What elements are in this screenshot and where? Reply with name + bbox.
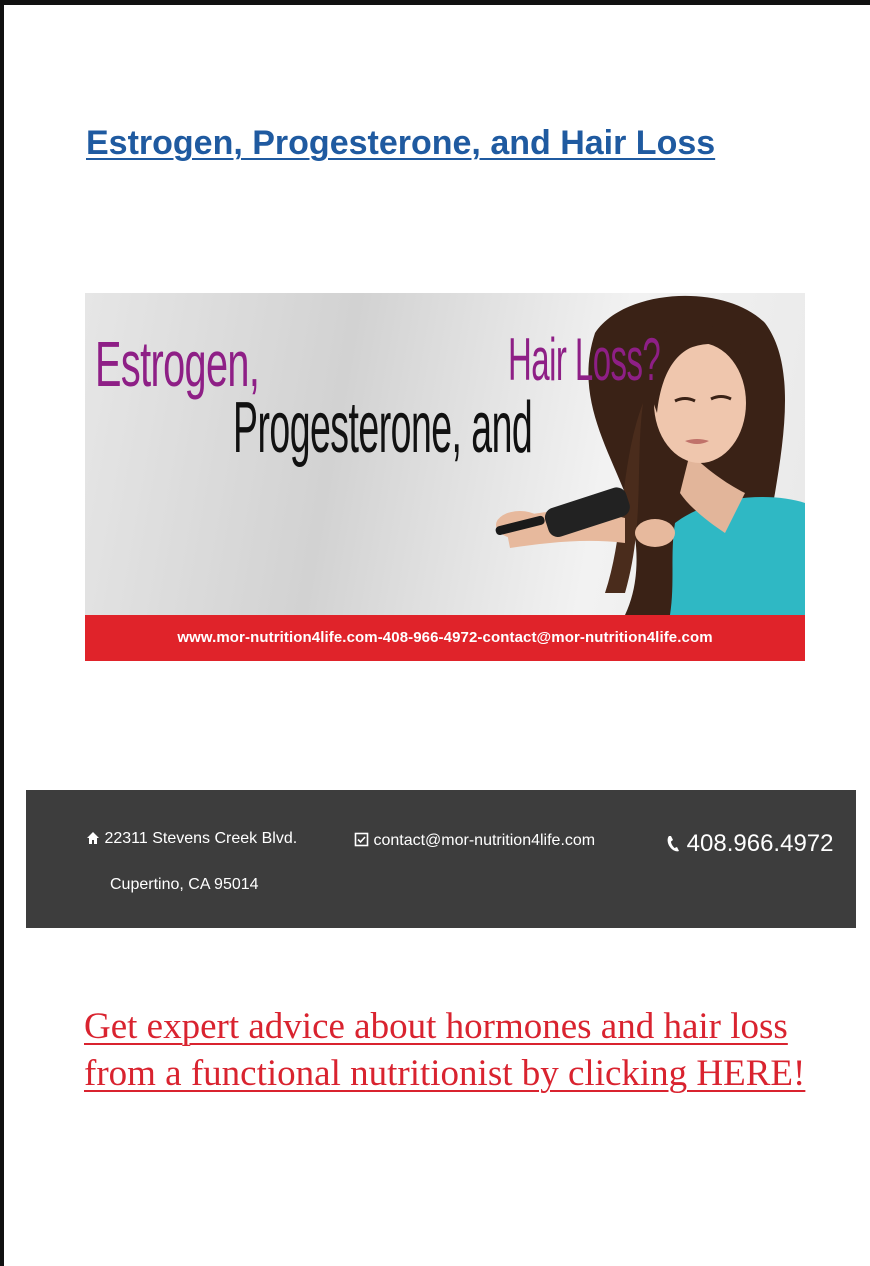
banner-word-hair-loss: Hair Loss? <box>508 326 661 393</box>
banner-contact-strip: www.mor-nutrition4life.com-408-966-4972-… <box>85 615 805 661</box>
address-line-1-text: 22311 Stevens Creek Blvd. <box>104 830 298 847</box>
address-line-1: 22311 Stevens Creek Blvd. <box>86 830 297 848</box>
phone-icon <box>666 830 687 857</box>
home-icon <box>86 830 104 847</box>
contact-info-bar: 22311 Stevens Creek Blvd. Cupertino, CA … <box>26 790 856 928</box>
article-title-link[interactable]: Estrogen, Progesterone, and Hair Loss <box>86 124 715 163</box>
phone-link[interactable]: 408.966.4972 <box>666 830 833 858</box>
email-text: contact@mor-nutrition4life.com <box>373 832 596 849</box>
banner-word-progesterone: Progesterone, and <box>233 388 533 468</box>
email-link[interactable]: contact@mor-nutrition4life.com <box>354 832 595 850</box>
expert-advice-link[interactable]: Get expert advice about hormones and hai… <box>84 1003 824 1097</box>
envelope-check-icon <box>354 832 373 849</box>
phone-text: 408.966.4972 <box>686 830 834 857</box>
address-line-2: Cupertino, CA 95014 <box>110 876 259 893</box>
hero-banner: Estrogen, Progesterone, and Hair Loss? w… <box>85 293 805 661</box>
